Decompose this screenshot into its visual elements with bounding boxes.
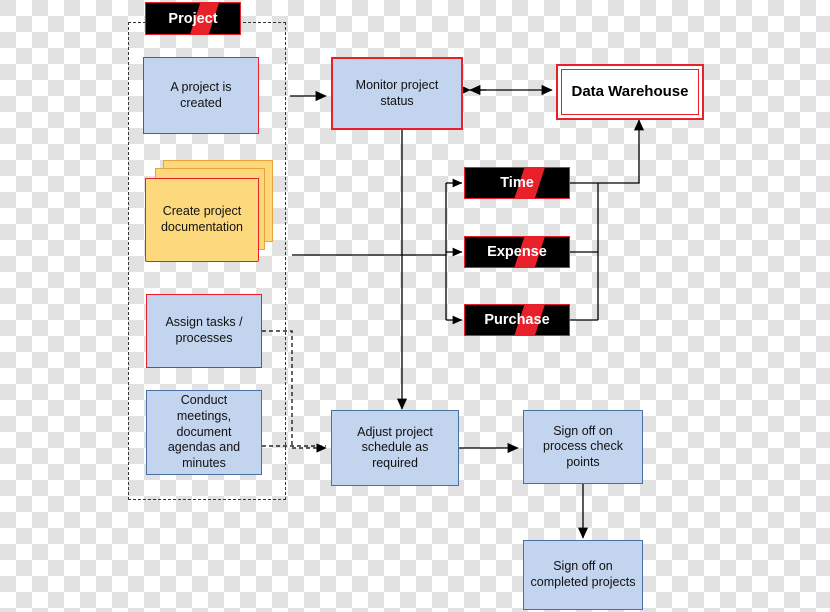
node-sign-off-process-check-points-label: Sign off on process check points	[543, 423, 623, 469]
node-adjust-project-schedule-label: Adjust project schedule as required	[357, 424, 433, 470]
node-assign-tasks-processes-label: Assign tasks / processes	[165, 315, 243, 345]
node-a-project-is-created[interactable]: A project is created	[143, 57, 259, 134]
node-a-project-is-created-label: A project is created	[170, 79, 232, 110]
node-adjust-project-schedule[interactable]: Adjust project schedule as required	[331, 410, 459, 486]
node-sign-off-completed-projects-label: Sign off on completed projects	[530, 559, 636, 589]
node-data-warehouse-label: Data Warehouse	[571, 83, 689, 100]
node-purchase[interactable]: Purchase	[464, 304, 570, 336]
node-conduct-meetings[interactable]: Conduct meetings, document agendas and m…	[146, 390, 262, 475]
diagram-canvas: Project A project is created Create proj…	[0, 0, 830, 612]
node-time-label: Time	[500, 175, 534, 191]
node-monitor-project-status-label: Monitor project status	[355, 77, 439, 108]
node-create-project-documentation[interactable]: Create project documentation	[143, 160, 283, 266]
node-time[interactable]: Time	[464, 167, 570, 199]
node-expense-label: Expense	[487, 244, 547, 260]
node-create-project-documentation-label: Create project documentation	[160, 204, 243, 234]
node-assign-tasks-processes[interactable]: Assign tasks / processes	[146, 294, 262, 368]
node-sign-off-completed-projects[interactable]: Sign off on completed projects	[523, 540, 643, 610]
node-sign-off-process-check-points[interactable]: Sign off on process check points	[523, 410, 643, 484]
node-expense[interactable]: Expense	[464, 236, 570, 268]
node-monitor-project-status[interactable]: Monitor project status	[331, 57, 463, 130]
node-conduct-meetings-label: Conduct meetings, document agendas and m…	[167, 393, 241, 470]
document-sheet-front: Create project documentation	[145, 178, 259, 262]
node-purchase-label: Purchase	[484, 312, 550, 328]
node-data-warehouse[interactable]: Data Warehouse	[556, 64, 704, 120]
node-project-banner-label: Project	[168, 10, 218, 27]
node-project-banner[interactable]: Project	[145, 2, 241, 35]
